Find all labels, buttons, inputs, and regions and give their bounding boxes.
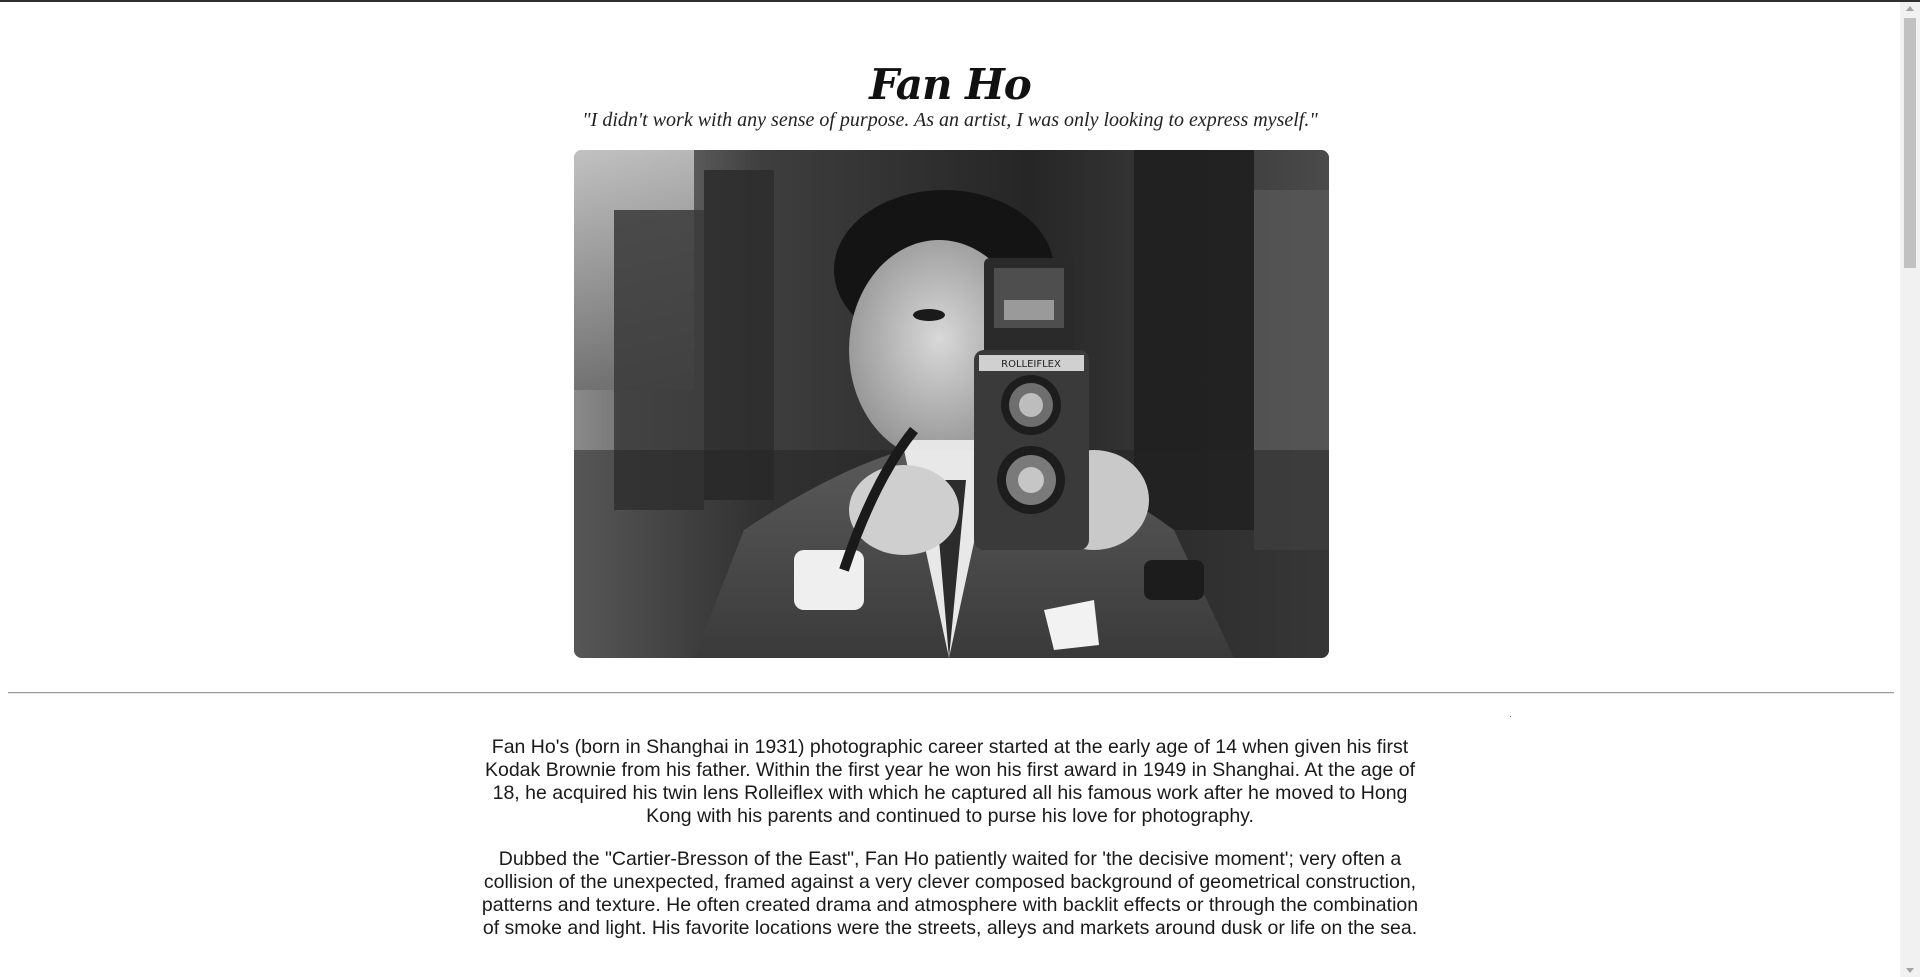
page-title: Fan Ho: [869, 60, 1032, 110]
scroll-down-icon[interactable]: [1906, 968, 1914, 973]
scrollbar-thumb[interactable]: [1904, 18, 1916, 268]
camera-brand-label: ROLLEIFLEX: [1001, 359, 1061, 370]
tribute-page: Fan Ho "I didn't work with any sense of …: [0, 2, 1900, 977]
bio-paragraph: Fan Ho's (born in Shanghai in 1931) phot…: [484, 736, 1415, 827]
section-divider: [8, 692, 1894, 694]
vertical-scrollbar[interactable]: [1900, 2, 1920, 977]
quote-text: "I didn't work with any sense of purpose…: [582, 109, 1318, 131]
photo-portrait-with-camera-icon: ROLLEIFLEX: [574, 150, 1329, 658]
scroll-up-icon[interactable]: [1906, 6, 1914, 11]
portrait-image: ROLLEIFLEX: [574, 150, 1329, 658]
bio-paragraph: Dubbed the "Cartier-Bresson of the East"…: [481, 848, 1419, 939]
biography-section: Fan Ho's (born in Shanghai in 1931) phot…: [475, 736, 1425, 960]
decorative-dot: [1510, 716, 1511, 717]
